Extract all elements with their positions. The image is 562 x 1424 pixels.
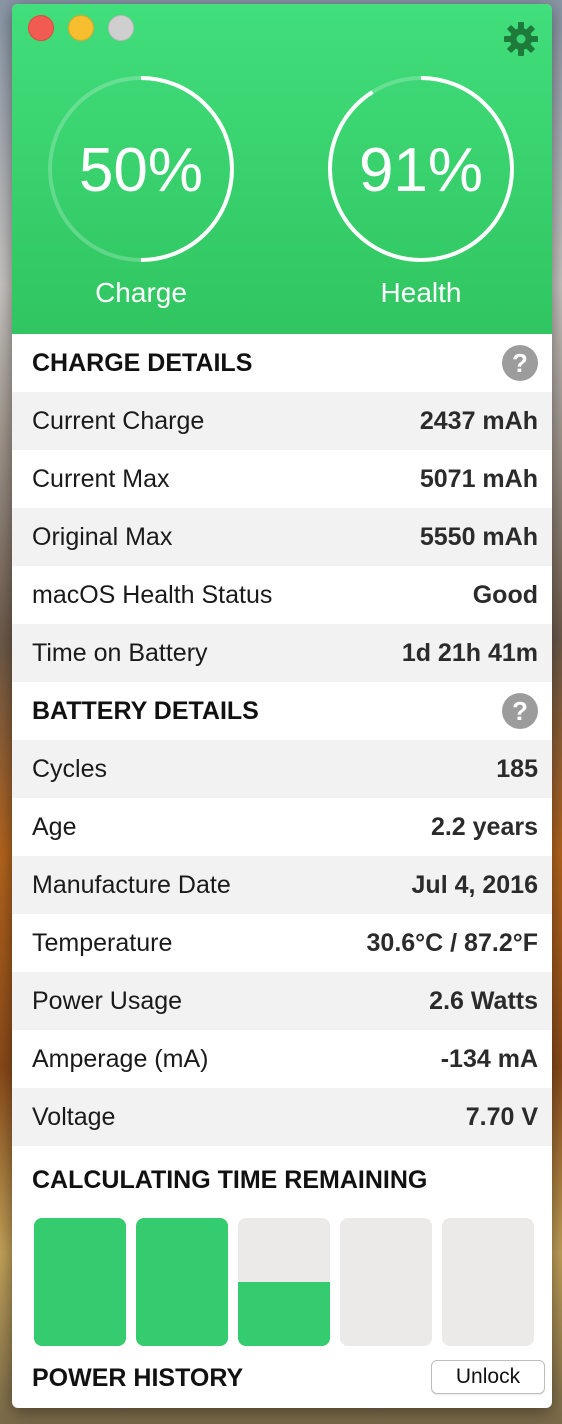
row-value: 5071 mAh	[419, 464, 538, 493]
row-label: Temperature	[32, 928, 173, 957]
charge-details-header: CHARGE DETAILS ?	[12, 334, 552, 392]
time-remaining-bars	[34, 1218, 534, 1346]
health-label: Health	[380, 277, 462, 308]
time-remaining-segment	[238, 1218, 330, 1346]
unlock-button[interactable]: Unlock	[431, 1360, 545, 1394]
battery-row-age: Age 2.2 years	[12, 798, 552, 856]
row-value: 2.2 years	[430, 812, 538, 841]
charge-row-health-status: macOS Health Status Good	[12, 566, 552, 624]
battery-row-cycles: Cycles 185	[12, 740, 552, 798]
charge-row-original-max: Original Max 5550 mAh	[12, 508, 552, 566]
time-remaining-segment	[340, 1218, 432, 1346]
row-label: Current Max	[32, 464, 170, 493]
charge-row-current-charge: Current Charge 2437 mAh	[12, 392, 552, 450]
health-gauge: 91%	[326, 74, 516, 264]
battery-row-manufacture-date: Manufacture Date Jul 4, 2016	[12, 856, 552, 914]
row-value: -134 mA	[440, 1044, 538, 1073]
row-label: Amperage (mA)	[32, 1044, 209, 1073]
row-value: 185	[496, 754, 538, 783]
app-window: 50% Charge 91% Health CHARGE DETAILS ? C…	[12, 4, 552, 1408]
charge-details-help-button[interactable]: ?	[502, 345, 538, 381]
segment-fill	[238, 1282, 330, 1346]
row-value: Jul 4, 2016	[411, 870, 538, 899]
row-label: Original Max	[32, 522, 173, 551]
time-remaining-title: CALCULATING TIME REMAINING	[32, 1166, 428, 1194]
row-label: macOS Health Status	[32, 580, 273, 609]
close-window-button[interactable]	[28, 15, 54, 41]
time-remaining-segment	[442, 1218, 534, 1346]
row-value: 30.6°C / 87.2°F	[366, 928, 538, 957]
battery-row-temperature: Temperature 30.6°C / 87.2°F	[12, 914, 552, 972]
battery-details-help-button[interactable]: ?	[502, 693, 538, 729]
battery-details-header: BATTERY DETAILS ?	[12, 682, 552, 740]
row-value: 2437 mAh	[419, 406, 538, 435]
minimize-window-button[interactable]	[68, 15, 94, 41]
battery-row-amperage: Amperage (mA) -134 mA	[12, 1030, 552, 1088]
row-label: Manufacture Date	[32, 870, 231, 899]
power-history-title: POWER HISTORY	[32, 1364, 244, 1392]
time-remaining-segment	[34, 1218, 126, 1346]
gear-icon[interactable]	[502, 20, 540, 58]
zoom-window-button[interactable]	[108, 15, 134, 41]
battery-row-power-usage: Power Usage 2.6 Watts	[12, 972, 552, 1030]
row-value: Good	[472, 580, 538, 609]
health-percent: 91%	[358, 136, 484, 205]
time-remaining-segment	[136, 1218, 228, 1346]
segment-fill	[136, 1218, 228, 1346]
battery-details-title: BATTERY DETAILS	[32, 696, 259, 725]
charge-gauge: 50%	[46, 74, 236, 264]
row-value: 2.6 Watts	[429, 986, 538, 1015]
charge-percent: 50%	[78, 136, 204, 205]
row-label: Current Charge	[32, 406, 205, 435]
details-content: CHARGE DETAILS ? Current Charge 2437 mAh…	[12, 334, 552, 1146]
segment-fill	[34, 1218, 126, 1346]
row-value: 5550 mAh	[419, 522, 538, 551]
row-label: Power Usage	[32, 986, 183, 1015]
charge-row-time-on-battery: Time on Battery 1d 21h 41m	[12, 624, 552, 682]
charge-row-current-max: Current Max 5071 mAh	[12, 450, 552, 508]
row-label: Cycles	[32, 754, 108, 783]
row-label: Age	[32, 812, 77, 841]
row-label: Time on Battery	[32, 638, 208, 667]
row-value: 1d 21h 41m	[401, 638, 538, 667]
row-label: Voltage	[32, 1102, 116, 1131]
battery-row-voltage: Voltage 7.70 V	[12, 1088, 552, 1146]
row-value: 7.70 V	[465, 1102, 538, 1131]
charge-details-title: CHARGE DETAILS	[32, 348, 253, 377]
charge-label: Charge	[95, 277, 187, 308]
header-panel: 50% Charge 91% Health	[12, 4, 552, 334]
